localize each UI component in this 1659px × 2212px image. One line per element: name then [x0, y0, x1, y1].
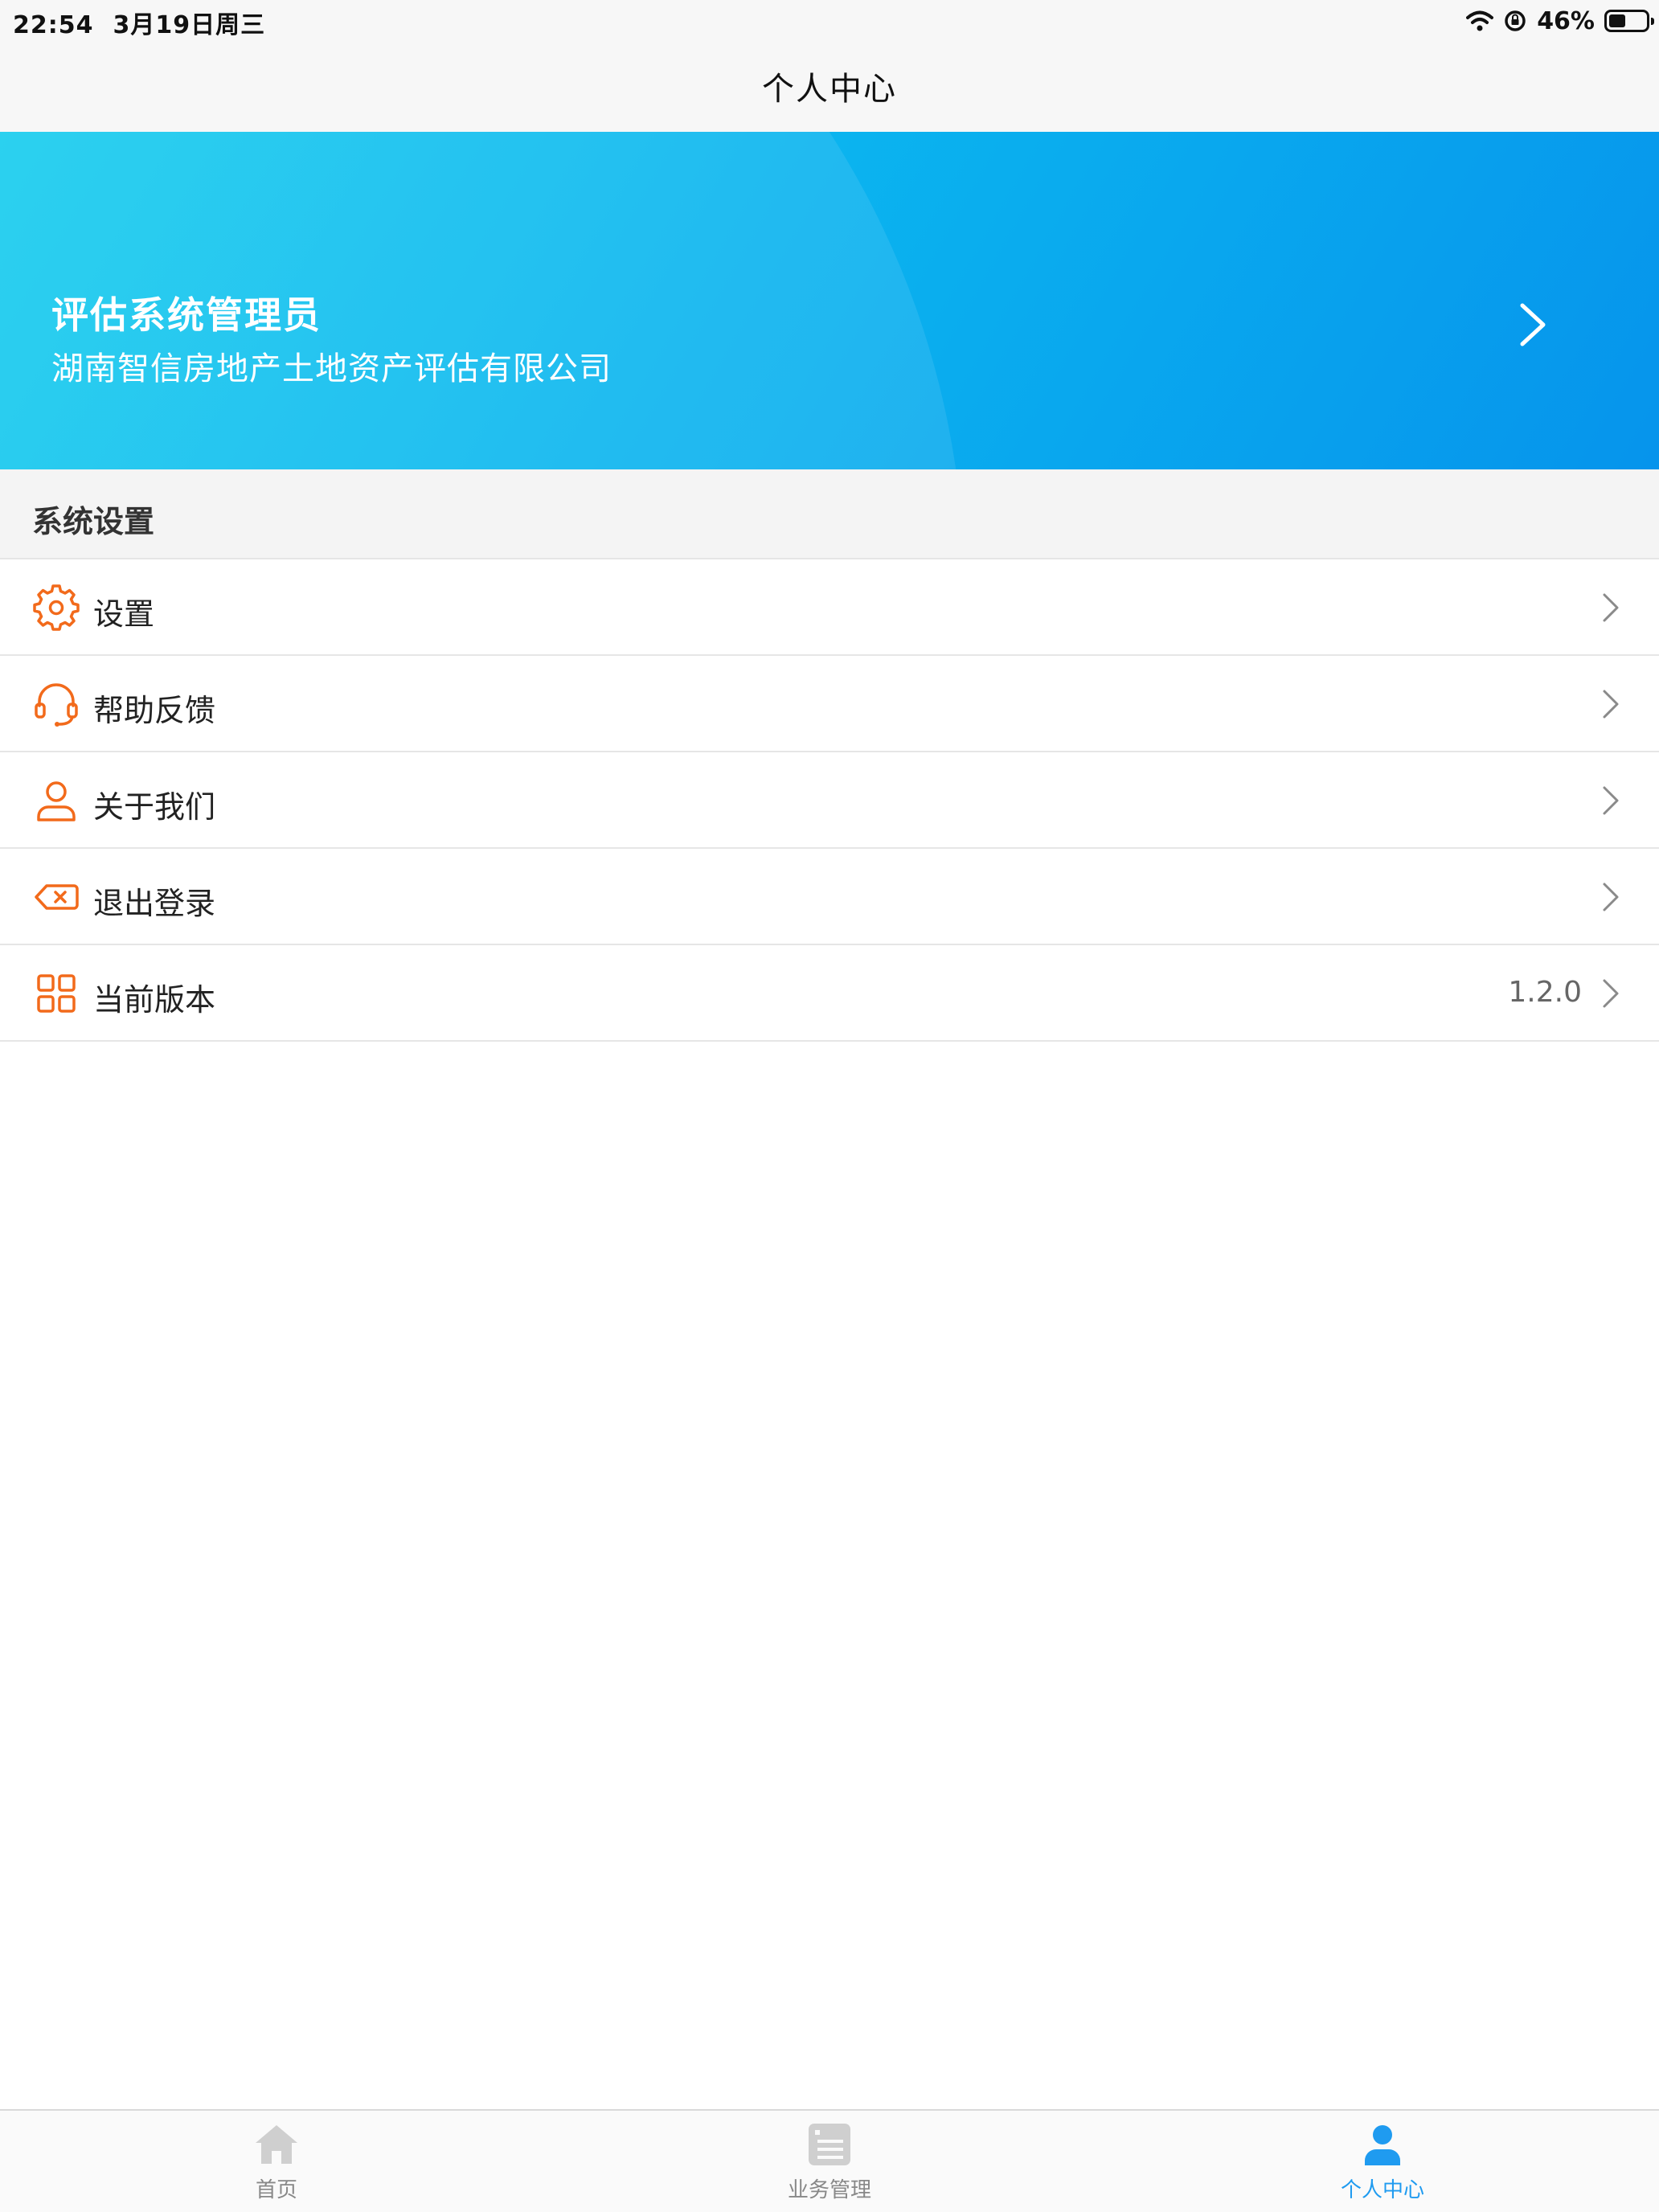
chevron-right-icon[interactable]	[1511, 293, 1556, 357]
section-header: 系统设置	[0, 469, 1659, 559]
profile-name: 评估系统管理员	[51, 293, 322, 337]
chevron-right-icon	[1603, 786, 1619, 815]
logout-icon	[35, 884, 79, 910]
chevron-right-icon	[1603, 593, 1619, 622]
menu-item-label: 当前版本	[93, 982, 216, 1018]
tab-bar: 首页 业务管理 个人中心	[0, 2109, 1659, 2212]
tab-label: 首页	[255, 2178, 297, 2202]
user-icon	[37, 781, 76, 821]
battery-icon	[1604, 10, 1654, 32]
page-title: 个人中心	[762, 71, 897, 108]
headset-icon	[35, 683, 78, 727]
settings-menu: 设置 帮助反馈 关于我们 退出登录 当前版本 1.2.0	[0, 559, 1659, 1042]
tab-personal-center[interactable]: 个人中心	[1302, 2111, 1463, 2212]
status-icons: 46%	[1466, 6, 1654, 35]
version-value: 1.2.0	[1508, 976, 1582, 1009]
menu-item-settings[interactable]: 设置	[0, 559, 1659, 656]
status-date: 3月19日周三	[113, 11, 266, 39]
tab-business-management[interactable]: 业务管理	[749, 2111, 910, 2212]
menu-item-logout[interactable]: 退出登录	[0, 849, 1659, 945]
home-icon	[256, 2125, 297, 2164]
section-title: 系统设置	[32, 504, 155, 539]
menu-item-current-version[interactable]: 当前版本 1.2.0	[0, 945, 1659, 1042]
menu-item-about-us[interactable]: 关于我们	[0, 752, 1659, 849]
profile-company: 湖南智信房地产土地资产评估有限公司	[51, 350, 612, 387]
menu-item-label: 退出登录	[93, 886, 216, 921]
wifi-icon	[1466, 10, 1494, 31]
menu-item-label: 帮助反馈	[93, 693, 216, 728]
status-time-date: 22:54 3月19日周三	[13, 5, 285, 40]
menu-item-label: 关于我们	[93, 789, 216, 825]
chevron-right-icon	[1603, 690, 1619, 719]
menu-item-label: 设置	[93, 596, 155, 632]
battery-percent: 46%	[1537, 6, 1595, 35]
chevron-right-icon	[1603, 979, 1619, 1008]
status-time: 22:54	[13, 11, 94, 39]
gear-icon	[33, 584, 80, 631]
grid-icon	[37, 974, 76, 1013]
tab-label: 个人中心	[1340, 2178, 1424, 2202]
profile-icon	[1365, 2125, 1400, 2165]
status-bar: 22:54 3月19日周三 46%	[0, 0, 1659, 40]
tab-home[interactable]: 首页	[196, 2111, 357, 2212]
tab-label: 业务管理	[787, 2178, 871, 2202]
chevron-right-icon	[1603, 883, 1619, 911]
profile-banner[interactable]: 评估系统管理员 湖南智信房地产土地资产评估有限公司	[0, 132, 1659, 469]
battery-fill	[1609, 14, 1625, 27]
menu-item-help-feedback[interactable]: 帮助反馈	[0, 656, 1659, 752]
rotation-lock-icon	[1505, 10, 1526, 31]
list-icon	[809, 2124, 850, 2165]
navigation-bar: 个人中心	[0, 40, 1659, 132]
